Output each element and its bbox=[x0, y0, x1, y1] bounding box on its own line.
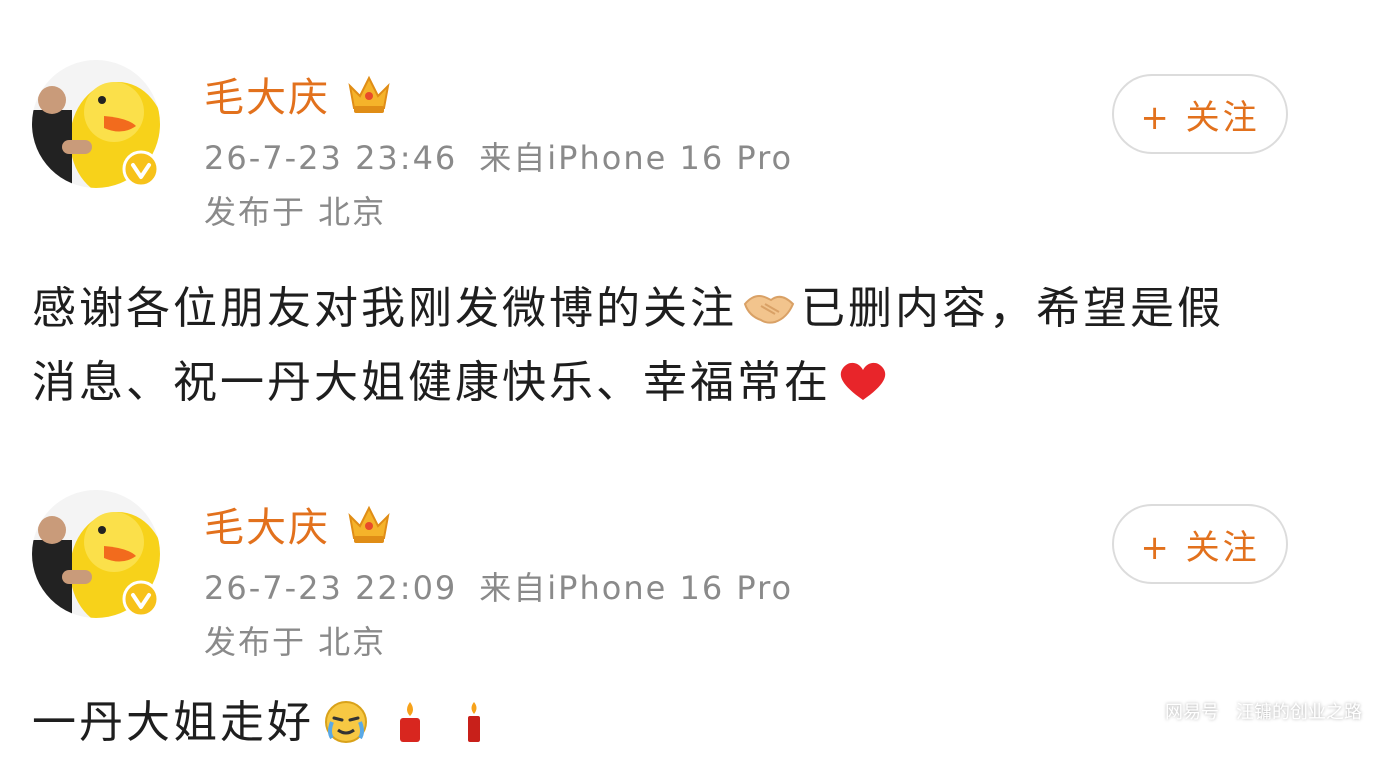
weibo-post: 毛大庆 26-7-23 23:46 来自iPhone 16 Pro 发布于 北京 … bbox=[0, 0, 1378, 440]
content-text: 消息、祝一丹大姐健康快乐、幸福常在 bbox=[32, 357, 831, 408]
post-meta: 26-7-23 22:09 来自iPhone 16 Pro bbox=[204, 572, 793, 604]
post-source: 来自iPhone 16 Pro bbox=[479, 569, 794, 607]
username[interactable]: 毛大庆 bbox=[204, 78, 330, 118]
post-meta: 26-7-23 23:46 来自iPhone 16 Pro bbox=[204, 142, 793, 174]
post-time: 26-7-23 22:09 bbox=[204, 569, 458, 607]
content-text: 感谢各位朋友对我刚发微博的关注 bbox=[32, 283, 737, 334]
watermark-brand: 网易号 bbox=[1165, 702, 1219, 723]
vip-crown-icon bbox=[348, 505, 390, 543]
crying-face-icon bbox=[325, 701, 367, 743]
avatar[interactable] bbox=[32, 60, 160, 188]
divider bbox=[1227, 704, 1228, 722]
post-source: 来自iPhone 16 Pro bbox=[479, 139, 794, 177]
candle-icon bbox=[468, 702, 480, 742]
candle-icon bbox=[400, 702, 420, 742]
post-content: 一丹大姐走好 bbox=[32, 686, 1332, 760]
post-content: 感谢各位朋友对我刚发微博的关注 已删内容，希望是假 消息、祝一丹大姐健康快乐、幸… bbox=[32, 272, 1332, 420]
watermark-account: 汪镛的创业之路 bbox=[1236, 702, 1362, 723]
watermark: 网易号 汪镛的创业之路 bbox=[1165, 698, 1362, 724]
vip-crown-icon bbox=[348, 75, 390, 113]
post-location: 发布于 北京 bbox=[204, 193, 387, 231]
verified-badge-icon bbox=[122, 580, 160, 618]
weibo-post: 毛大庆 26-7-23 22:09 来自iPhone 16 Pro 发布于 北京 … bbox=[0, 440, 1378, 748]
content-text: 一丹大姐走好 bbox=[32, 697, 314, 748]
heart-icon bbox=[840, 362, 886, 400]
verified-badge-icon bbox=[122, 150, 160, 188]
avatar[interactable] bbox=[32, 490, 160, 618]
post-time: 26-7-23 23:46 bbox=[204, 139, 458, 177]
username[interactable]: 毛大庆 bbox=[204, 508, 330, 548]
handshake-icon bbox=[743, 295, 795, 324]
follow-button[interactable]: + 关注 bbox=[1112, 74, 1288, 154]
content-text: 已删内容，希望是假 bbox=[801, 283, 1224, 334]
follow-button[interactable]: + 关注 bbox=[1112, 504, 1288, 584]
post-location: 发布于 北京 bbox=[204, 623, 387, 661]
